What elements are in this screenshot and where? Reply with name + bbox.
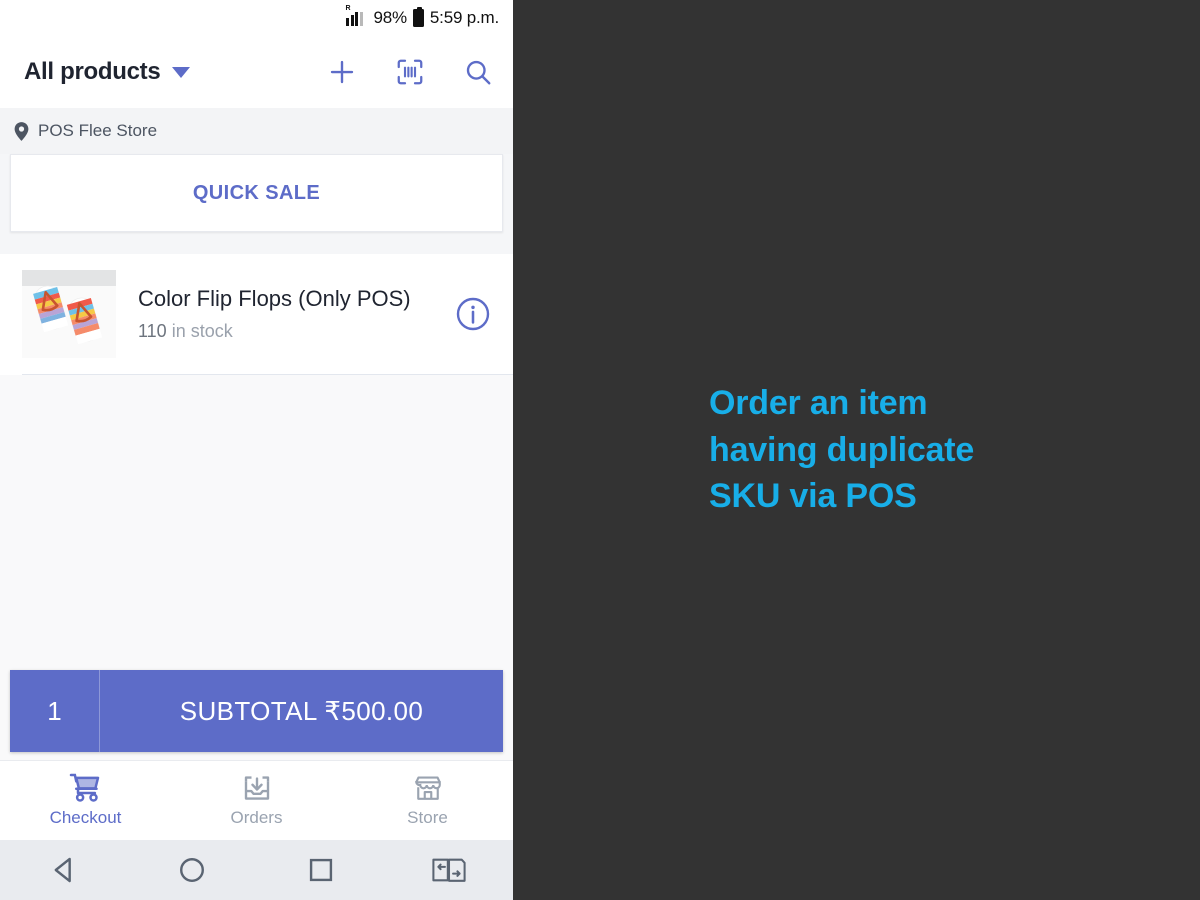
barcode-scan-icon [397,59,423,85]
scan-barcode-button[interactable] [393,55,427,89]
info-circle-icon [456,297,490,331]
product-stock: 110 in stock [138,321,455,342]
subtotal-label: SUBTOTAL ₹500.00 [179,695,424,726]
add-product-button[interactable] [325,55,359,89]
quick-sale-container: QUICK SALE [0,154,513,232]
android-navigation-bar [0,840,513,900]
signal-bars-roaming-icon: R [345,5,367,26]
app-switch-button[interactable] [385,854,513,886]
chevron-down-icon [172,66,191,78]
product-info-button[interactable] [455,296,491,332]
clock-label: 5:59 p.m. [429,8,499,27]
square-recents-icon [309,858,332,882]
product-stock-suffix: in stock [166,320,233,341]
phone-screen: R 98% 5:59 p.m. All products POS Flee St… [0,0,513,900]
product-stock-count: 110 [138,320,167,341]
search-icon [466,60,491,85]
product-name: Color Flip Flops (Only POS) [138,286,411,312]
inbox-download-icon [244,776,269,800]
nav-tab-store-label: Store [407,808,448,827]
screenshot-root: R 98% 5:59 p.m. All products POS Flee St… [0,0,1200,900]
status-bar: R 98% 5:59 p.m. [0,0,513,36]
page-title: All products [24,58,161,85]
list-item[interactable]: Color Flip Flops (Only POS) 110 in stock [0,254,513,374]
nav-tab-orders-label: Orders [230,808,283,827]
roaming-indicator: R [345,4,351,12]
product-list: Color Flip Flops (Only POS) 110 in stock [0,254,513,375]
nav-tab-store[interactable]: Store [342,773,513,828]
battery-full-icon [412,7,424,27]
search-button[interactable] [461,55,495,89]
quick-sale-label: QUICK SALE [192,181,321,204]
flip-flops-photo [22,270,116,358]
nav-tab-checkout-label: Checkout [49,808,122,827]
plus-icon [330,60,354,84]
cart-quantity: 1 [10,670,100,752]
dual-window-switch-icon [432,858,466,882]
product-thumbnail [22,270,116,358]
triangle-back-icon [54,857,71,883]
product-filter-dropdown[interactable]: All products [24,58,191,86]
product-info: Color Flip Flops (Only POS) 110 in stock [116,286,455,341]
circle-home-icon [180,858,205,882]
empty-space [0,375,513,670]
bottom-navigation: Checkout Orders Store [0,760,513,840]
app-bar-actions [325,55,495,89]
storefront-icon [414,776,441,800]
nav-tab-checkout[interactable]: Checkout [0,773,171,828]
subtotal-container: 1 SUBTOTAL ₹500.00 [0,670,513,760]
annotation-caption: Order an item having duplicate SKU via P… [709,383,975,516]
home-button[interactable] [128,853,256,887]
nav-tab-orders[interactable]: Orders [171,773,342,828]
store-location-bar[interactable]: POS Flee Store [0,108,513,154]
shopping-cart-icon [69,773,99,802]
recents-button[interactable] [257,853,385,887]
location-pin-icon [14,121,29,141]
store-name-label: POS Flee Store [38,121,158,140]
quick-sale-button[interactable]: QUICK SALE [10,154,503,232]
subtotal-bar[interactable]: 1 SUBTOTAL ₹500.00 [10,670,503,752]
app-bar: All products [0,36,513,108]
back-button[interactable] [0,853,128,887]
annotation-panel: Order an item having duplicate SKU via P… [513,0,1200,900]
battery-percent-label: 98% [373,8,407,27]
main-content: POS Flee Store QUICK SALE Color Flip Flo… [0,108,513,760]
